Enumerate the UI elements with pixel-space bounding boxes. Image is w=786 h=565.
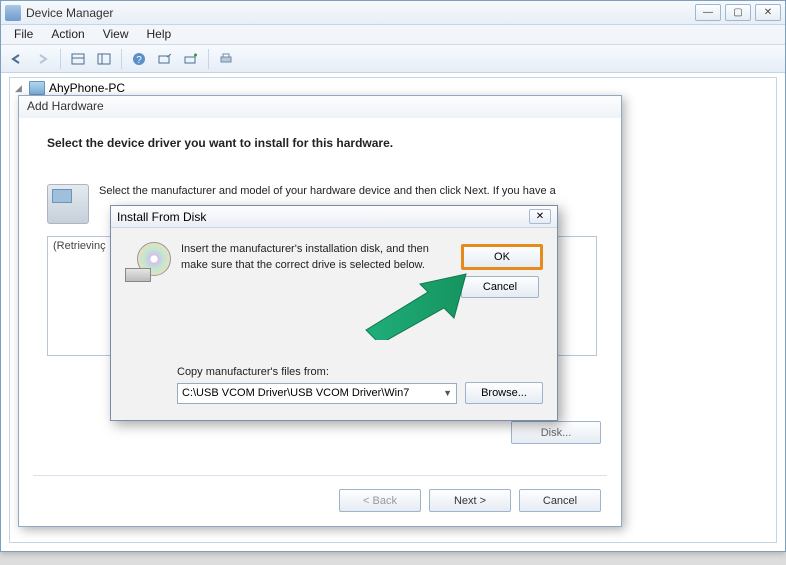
forward-icon[interactable] — [31, 48, 55, 70]
browse-button[interactable]: Browse... — [465, 382, 543, 404]
ifd-cancel-button[interactable]: Cancel — [461, 276, 539, 298]
install-from-disk-dialog: Install From Disk ✕ Insert the manufactu… — [110, 205, 558, 421]
close-button[interactable]: ✕ — [755, 4, 781, 21]
path-combobox[interactable]: C:\USB VCOM Driver\USB VCOM Driver\Win7 … — [177, 383, 457, 404]
ifd-instruction: Insert the manufacturer's installation d… — [181, 242, 441, 282]
detail-view-icon[interactable] — [66, 48, 90, 70]
wizard-heading: Select the device driver you want to ins… — [47, 136, 593, 150]
cancel-button[interactable]: Cancel — [519, 489, 601, 512]
list-view-icon[interactable] — [92, 48, 116, 70]
toolbar: ? — [1, 45, 785, 73]
wizard-title[interactable]: Add Hardware — [19, 96, 621, 118]
ifd-titlebar[interactable]: Install From Disk ✕ — [111, 206, 557, 228]
ifd-title: Install From Disk — [117, 210, 206, 224]
svg-text:?: ? — [136, 55, 142, 66]
dropdown-arrow-icon[interactable]: ▼ — [443, 388, 452, 398]
separator — [33, 475, 607, 476]
maximize-button[interactable]: ▢ — [725, 4, 751, 21]
copy-from-label: Copy manufacturer's files from: — [177, 366, 543, 378]
disk-icon — [125, 242, 171, 282]
ok-button[interactable]: OK — [461, 244, 543, 270]
expand-icon[interactable]: ◢ — [15, 83, 26, 94]
list-placeholder: (Retrievinç — [53, 240, 106, 252]
device-icon — [47, 184, 89, 224]
menu-action[interactable]: Action — [42, 25, 93, 44]
window-title: Device Manager — [26, 6, 113, 20]
menu-file[interactable]: File — [5, 25, 42, 44]
print-icon[interactable] — [214, 48, 238, 70]
path-value: C:\USB VCOM Driver\USB VCOM Driver\Win7 — [182, 387, 409, 399]
ifd-close-button[interactable]: ✕ — [529, 209, 551, 224]
next-button[interactable]: Next > — [429, 489, 511, 512]
app-icon — [5, 5, 21, 21]
computer-icon — [29, 81, 45, 95]
back-button[interactable]: < Back — [339, 489, 421, 512]
menu-help[interactable]: Help — [138, 25, 181, 44]
minimize-button[interactable]: — — [695, 4, 721, 21]
help-icon[interactable]: ? — [127, 48, 151, 70]
add-hardware-icon[interactable] — [179, 48, 203, 70]
scan-icon[interactable] — [153, 48, 177, 70]
menu-view[interactable]: View — [94, 25, 138, 44]
tree-root-label: AhyPhone-PC — [49, 81, 125, 95]
wizard-instruction: Select the manufacturer and model of you… — [99, 184, 556, 199]
have-disk-button[interactable]: Disk... — [511, 421, 601, 444]
back-icon[interactable] — [5, 48, 29, 70]
titlebar[interactable]: Device Manager — ▢ ✕ — [1, 1, 785, 25]
menubar: File Action View Help — [1, 25, 785, 45]
